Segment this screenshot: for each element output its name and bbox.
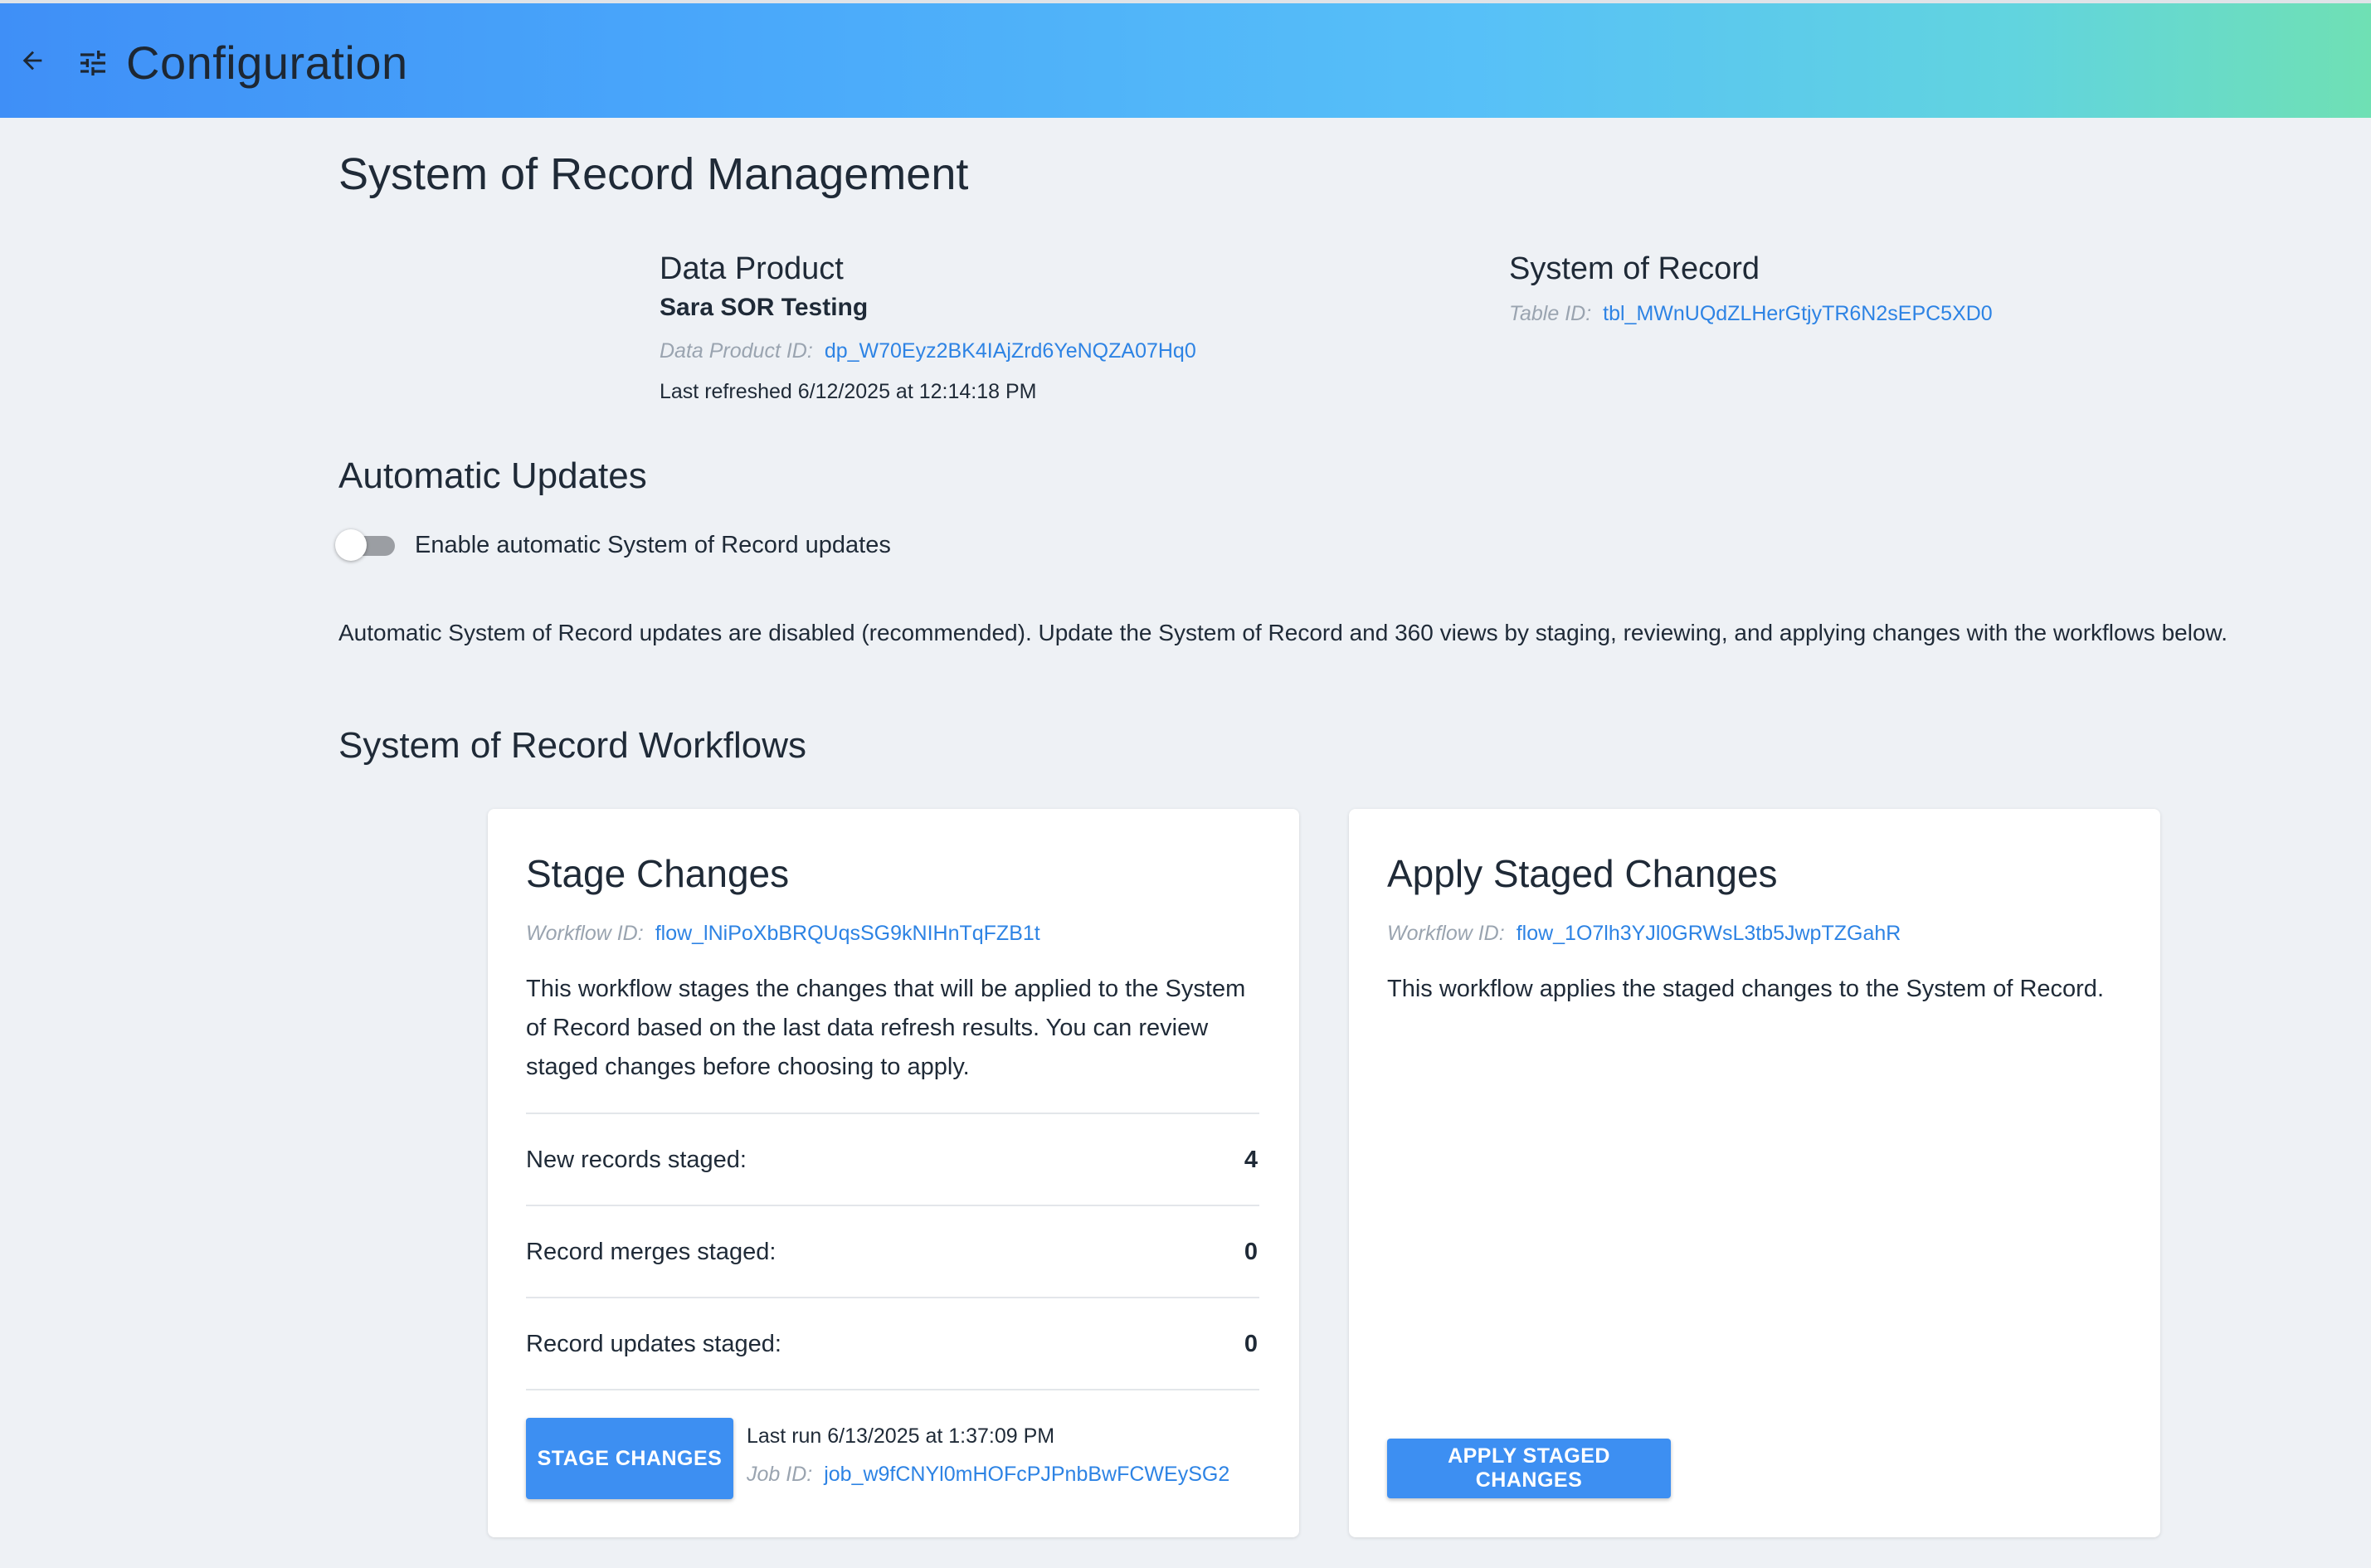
workflows-heading: System of Record Workflows [338, 725, 807, 766]
stat-value: 0 [1244, 1330, 1258, 1357]
stage-description: This workflow stages the changes that wi… [526, 976, 1246, 1080]
stage-workflow-id-row: Workflow ID: flow_lNiPoXbBRQUqsSG9kNIHnTq… [526, 920, 1040, 947]
last-run-text: Last run 6/13/2025 at 1:37:09 PM [747, 1424, 1055, 1448]
stat-label: Record updates staged: [526, 1330, 781, 1357]
apply-description: This workflow applies the staged changes… [1387, 976, 2104, 1002]
job-id-link[interactable]: job_w9fCNYl0mHOFcPJPnbBwFCWEySG2 [824, 1463, 1229, 1486]
table-id-label: Table ID: [1509, 302, 1592, 325]
table-id-row: Table ID: tbl_MWnUQdZLHerGtjyTR6N2sEPC5XD… [1509, 300, 1993, 327]
apply-workflow-id-row: Workflow ID: flow_1O7lh3YJl0GRWsL3tb5JwpT… [1387, 920, 1901, 947]
stat-row-new-records: New records staged: 4 [526, 1113, 1259, 1205]
page-title: System of Record Management [338, 149, 969, 199]
system-of-record-heading: System of Record [1509, 251, 1760, 286]
stat-label: New records staged: [526, 1146, 747, 1173]
stat-row-record-merges: Record merges staged: 0 [526, 1205, 1259, 1298]
arrow-left-icon [22, 51, 42, 71]
job-id-label: Job ID: [747, 1463, 813, 1486]
apply-staged-changes-title: Apply Staged Changes [1387, 852, 1778, 895]
apply-staged-changes-button[interactable]: APPLY STAGED CHANGES [1387, 1439, 1671, 1498]
apply-workflow-id-label: Workflow ID: [1387, 922, 1505, 945]
app-header: Configuration [0, 0, 2371, 118]
stat-label: Record merges staged: [526, 1238, 777, 1265]
automatic-updates-heading: Automatic Updates [338, 455, 647, 496]
tune-sliders-icon [80, 51, 105, 75]
apply-workflow-id-link[interactable]: flow_1O7lh3YJl0GRWsL3tb5JwpTZGahR [1517, 922, 1901, 945]
auto-update-toggle[interactable] [335, 528, 398, 561]
auto-update-notice: Automatic System of Record updates are d… [338, 620, 2227, 645]
stage-workflow-id-label: Workflow ID: [526, 922, 644, 945]
table-id-link[interactable]: tbl_MWnUQdZLHerGtjyTR6N2sEPC5XD0 [1603, 302, 1993, 325]
header-title: Configuration [126, 37, 408, 89]
data-product-name: Sara SOR Testing [660, 294, 869, 321]
back-button[interactable] [12, 40, 53, 81]
data-product-id-label: Data Product ID: [660, 339, 813, 363]
stat-value: 4 [1244, 1146, 1258, 1173]
apply-staged-changes-card: Apply Staged Changes Workflow ID: flow_1O… [1349, 809, 2160, 1537]
data-product-id-link[interactable]: dp_W70Eyz2BK4IAjZrd6YeNQZA07Hq0 [825, 339, 1196, 363]
toggle-thumb [335, 529, 367, 561]
auto-update-toggle-label: Enable automatic System of Record update… [415, 532, 891, 558]
last-refreshed-text: Last refreshed 6/12/2025 at 12:14:18 PM [660, 380, 1037, 403]
stage-workflow-id-link[interactable]: flow_lNiPoXbBRQUqsSG9kNIHnTqFZB1t [655, 922, 1040, 945]
stage-changes-button[interactable]: STAGE CHANGES [526, 1418, 733, 1499]
stage-changes-card: Stage Changes Workflow ID: flow_lNiPoXbBR… [488, 809, 1299, 1537]
data-product-heading: Data Product [660, 251, 844, 286]
stage-changes-title: Stage Changes [526, 852, 790, 895]
stat-row-record-updates: Record updates staged: 0 [526, 1297, 1259, 1390]
stat-value: 0 [1244, 1238, 1258, 1265]
data-product-id-row: Data Product ID: dp_W70Eyz2BK4IAjZrd6YeNQ… [660, 338, 1196, 364]
stat-divider [526, 1389, 1259, 1390]
job-id-row: Job ID: job_w9fCNYl0mHOFcPJPnbBwFCWEySG2 [747, 1461, 1229, 1488]
